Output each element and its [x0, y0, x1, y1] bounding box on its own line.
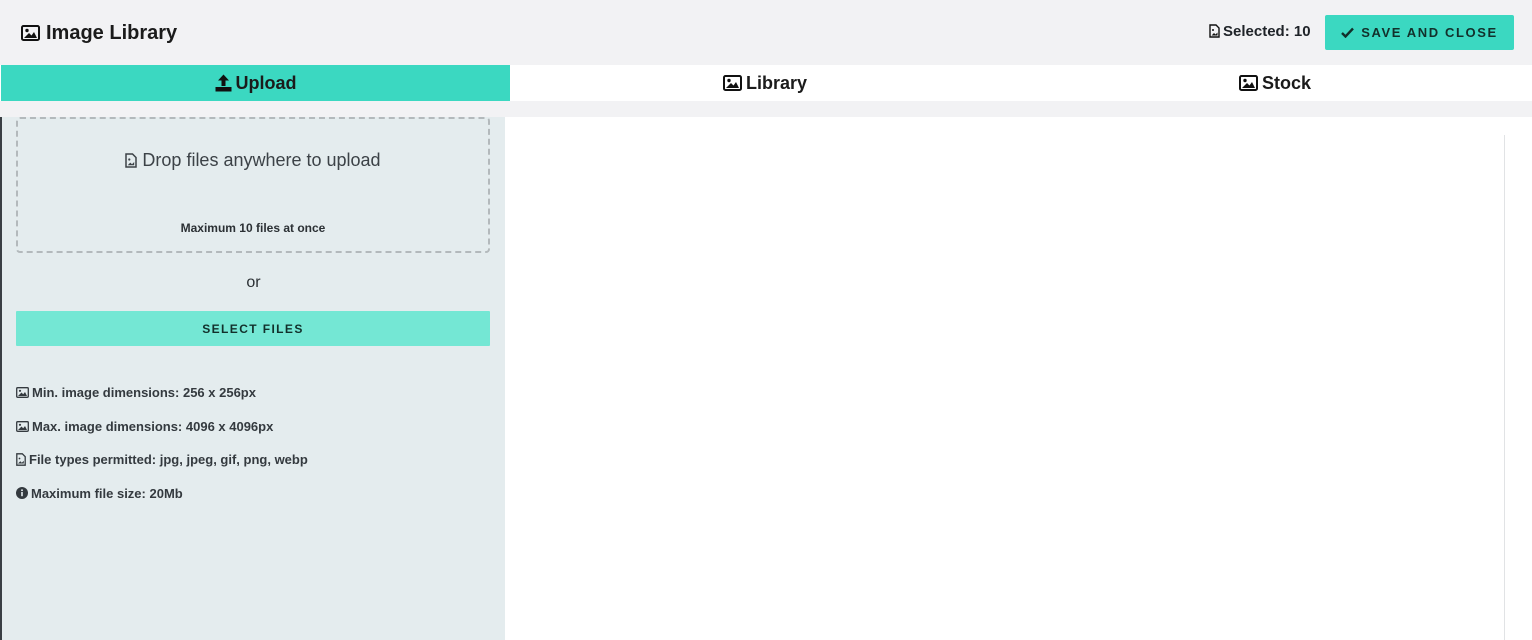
- upload-preview-area: [505, 117, 1532, 640]
- image-icon: [16, 420, 29, 432]
- scroll-gutter: [1505, 117, 1532, 640]
- info-circle-icon: [16, 487, 28, 500]
- tab-stock-label: Stock: [1261, 72, 1312, 93]
- info-min-dimensions-text: Min. image dimensions: 256 x 256px: [32, 385, 256, 401]
- tab-stock[interactable]: Stock: [1020, 65, 1530, 101]
- scrollbar-track[interactable]: [1504, 135, 1505, 640]
- image-icon: [16, 387, 29, 399]
- tab-library-label: Library: [745, 72, 808, 93]
- info-max-dimensions: Max. image dimensions: 4096 x 4096px: [16, 410, 486, 444]
- image-icon: [1238, 75, 1258, 91]
- upload-icon: [215, 74, 231, 92]
- info-max-file-size: Maximum file size: 20Mb: [16, 477, 486, 511]
- drop-zone-note: Maximum 10 files at once: [180, 221, 326, 235]
- save-and-close-button[interactable]: SAVE AND CLOSE: [1325, 15, 1514, 50]
- modal-header: Image Library Selected: 10 SAVE AND CLOS…: [0, 0, 1532, 65]
- or-separator: or: [246, 274, 261, 291]
- tab-divider: [0, 101, 1532, 117]
- file-image-icon: [125, 153, 138, 168]
- check-icon: [1341, 27, 1355, 38]
- drop-zone-title-text: Drop files anywhere to upload: [142, 150, 381, 170]
- tab-upload-label: Upload: [235, 72, 297, 93]
- selected-count: Selected: 10: [1209, 20, 1311, 42]
- file-image-icon: [16, 453, 26, 467]
- image-icon: [21, 25, 40, 41]
- selected-count-text: Selected: 10: [1223, 22, 1311, 40]
- info-min-dimensions: Min. image dimensions: 256 x 256px: [16, 376, 486, 410]
- modal-title-text: Image Library: [46, 21, 178, 44]
- info-max-file-size-text: Maximum file size: 20Mb: [31, 485, 183, 501]
- save-and-close-label: SAVE AND CLOSE: [1361, 25, 1498, 40]
- image-icon: [722, 75, 742, 91]
- info-file-types: File types permitted: jpg, jpeg, gif, pn…: [16, 443, 486, 477]
- drop-zone[interactable]: Drop files anywhere to upload Maximum 10…: [16, 117, 490, 253]
- modal-title: Image Library: [21, 18, 177, 48]
- info-max-dimensions-text: Max. image dimensions: 4096 x 4096px: [32, 418, 274, 434]
- upload-requirements: Min. image dimensions: 256 x 256px Max. …: [16, 385, 486, 519]
- tab-library[interactable]: Library: [510, 65, 1020, 101]
- drop-zone-title: Drop files anywhere to upload: [18, 150, 488, 171]
- info-file-types-text: File types permitted: jpg, jpeg, gif, pn…: [29, 452, 308, 468]
- tab-bar: Upload Library Stock: [0, 65, 1532, 101]
- upload-panel: Drop files anywhere to upload Maximum 10…: [2, 117, 505, 640]
- select-files-button[interactable]: SELECT FILES: [16, 311, 490, 346]
- tab-upload[interactable]: Upload: [1, 65, 510, 101]
- file-image-icon: [1209, 24, 1220, 38]
